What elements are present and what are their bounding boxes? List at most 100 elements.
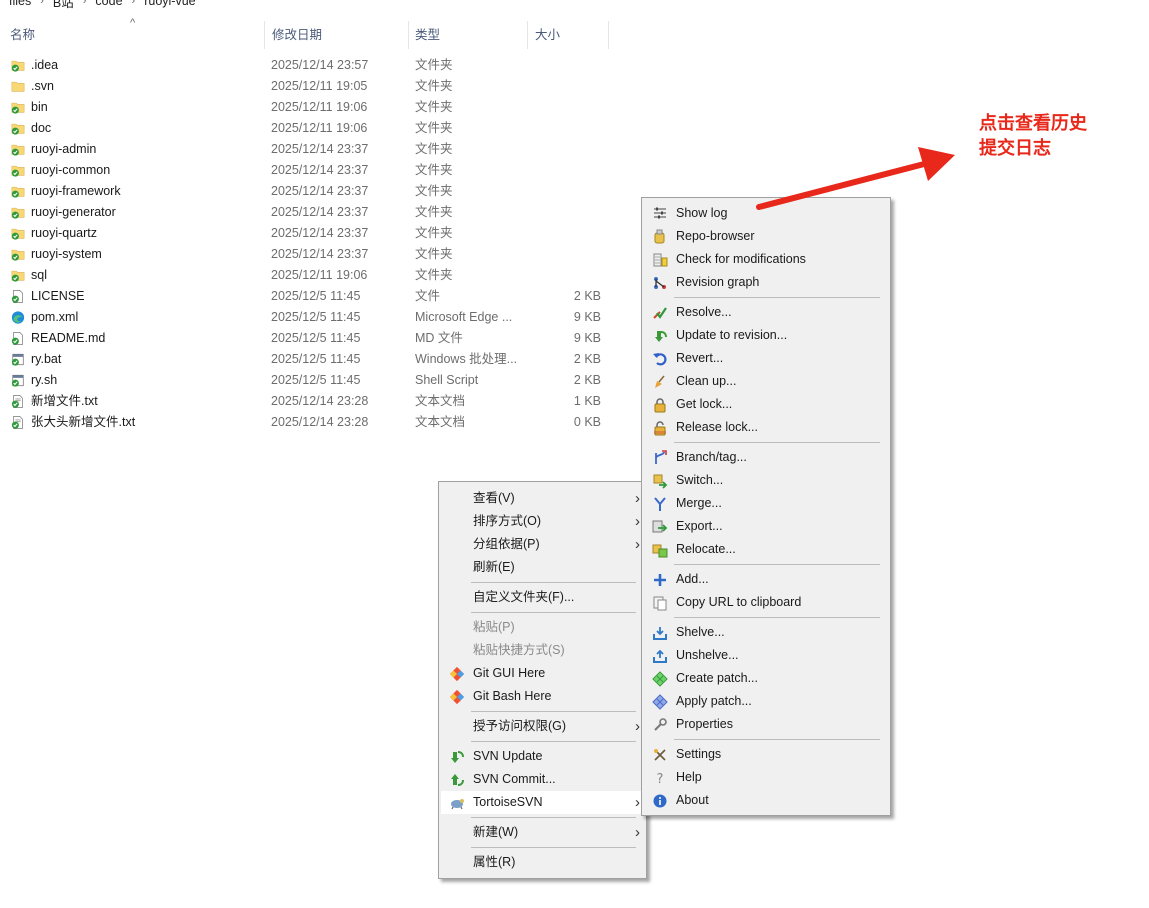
- file-name: pom.xml: [31, 310, 79, 324]
- file-row[interactable]: ruoyi-quartz 2025/12/14 23:37 文件夹: [0, 223, 640, 244]
- menu-item-relocate[interactable]: Relocate...: [644, 538, 888, 561]
- menu-item-tortoisesvn[interactable]: TortoiseSVN ›: [441, 791, 644, 814]
- menu-item-release-lock[interactable]: Release lock...: [644, 416, 888, 439]
- column-divider[interactable]: [608, 21, 609, 49]
- file-row[interactable]: ruoyi-framework 2025/12/14 23:37 文件夹: [0, 181, 640, 202]
- file-row[interactable]: ruoyi-admin 2025/12/14 23:37 文件夹: [0, 139, 640, 160]
- menu-item-export[interactable]: Export...: [644, 515, 888, 538]
- menu-item-e[interactable]: 刷新(E): [441, 556, 644, 579]
- menu-item-w[interactable]: 新建(W) ›: [441, 821, 644, 844]
- menu-item-label: 授予访问权限(G): [473, 719, 567, 733]
- menu-item-update-to-revision[interactable]: Update to revision...: [644, 324, 888, 347]
- file-type: 文件夹: [415, 184, 453, 198]
- svn-folder-icon: [11, 121, 25, 136]
- menu-item-get-lock[interactable]: Get lock...: [644, 393, 888, 416]
- file-row[interactable]: ry.sh 2025/12/5 11:45 Shell Script 2 KB: [0, 370, 640, 391]
- menu-item-p[interactable]: 分组依据(P) ›: [441, 533, 644, 556]
- svn-script-icon: [11, 373, 25, 388]
- menu-item-svn-commit[interactable]: SVN Commit...: [441, 768, 644, 791]
- file-date: 2025/12/14 23:37: [271, 184, 369, 198]
- file-row[interactable]: doc 2025/12/11 19:06 文件夹: [0, 118, 640, 139]
- file-row[interactable]: LICENSE 2025/12/5 11:45 文件 2 KB: [0, 286, 640, 307]
- menu-item-g[interactable]: 授予访问权限(G) ›: [441, 715, 644, 738]
- menu-item-settings[interactable]: Settings: [644, 743, 888, 766]
- menu-separator: [674, 442, 880, 443]
- menu-item-branch-tag[interactable]: Branch/tag...: [644, 446, 888, 469]
- menu-item-label: Merge...: [676, 496, 722, 510]
- file-name: ruoyi-framework: [31, 184, 121, 198]
- menu-item-revision-graph[interactable]: Revision graph: [644, 271, 888, 294]
- svn-update-icon: [449, 749, 465, 765]
- file-size: 9 KB: [573, 331, 601, 345]
- cleanup-icon: [652, 374, 668, 390]
- menu-item-revert[interactable]: Revert...: [644, 347, 888, 370]
- file-row[interactable]: sql 2025/12/11 19:06 文件夹: [0, 265, 640, 286]
- file-row[interactable]: .svn 2025/12/11 19:05 文件夹: [0, 76, 640, 97]
- column-header-type[interactable]: 类型: [405, 15, 527, 55]
- menu-separator: [674, 617, 880, 618]
- menu-item-unshelve[interactable]: Unshelve...: [644, 644, 888, 667]
- file-date: 2025/12/5 11:45: [271, 289, 361, 303]
- file-row[interactable]: pom.xml 2025/12/5 11:45 Microsoft Edge ...…: [0, 307, 640, 328]
- file-date: 2025/12/5 11:45: [271, 352, 361, 366]
- file-name: sql: [31, 268, 47, 282]
- menu-separator: [471, 612, 636, 613]
- submenu-arrow-icon: ›: [635, 490, 640, 507]
- menu-item-apply-patch[interactable]: Apply patch...: [644, 690, 888, 713]
- menu-item-about[interactable]: About: [644, 789, 888, 812]
- breadcrumb-item-bilibili[interactable]: B站: [44, 0, 83, 11]
- menu-item-create-patch[interactable]: Create patch...: [644, 667, 888, 690]
- menu-item-label: Export...: [676, 519, 723, 533]
- menu-item-properties[interactable]: Properties: [644, 713, 888, 736]
- menu-item-f[interactable]: 自定义文件夹(F)...: [441, 586, 644, 609]
- menu-item-label: 粘贴(P): [473, 620, 515, 634]
- menu-item-label: 属性(R): [473, 855, 516, 869]
- menu-item-help[interactable]: ? Help: [644, 766, 888, 789]
- file-row[interactable]: ruoyi-system 2025/12/14 23:37 文件夹: [0, 244, 640, 265]
- switch-icon: [652, 473, 668, 489]
- menu-item-add[interactable]: Add...: [644, 568, 888, 591]
- file-name: LICENSE: [31, 289, 85, 303]
- breadcrumb-item-ruoyi-vue[interactable]: ruoyi-vue: [135, 0, 204, 8]
- menu-item-merge[interactable]: Merge...: [644, 492, 888, 515]
- menu-item-label: Help: [676, 770, 702, 784]
- column-header-size[interactable]: 大小: [525, 15, 608, 55]
- file-date: 2025/12/14 23:28: [271, 394, 369, 408]
- menu-item-label: TortoiseSVN: [473, 795, 543, 809]
- menu-separator: [471, 741, 636, 742]
- file-row[interactable]: README.md 2025/12/5 11:45 MD 文件 9 KB: [0, 328, 640, 349]
- menu-item-label: Branch/tag...: [676, 450, 747, 464]
- file-row[interactable]: .idea 2025/12/14 23:57 文件夹: [0, 55, 640, 76]
- menu-item-shelve[interactable]: Shelve...: [644, 621, 888, 644]
- menu-item-o[interactable]: 排序方式(O) ›: [441, 510, 644, 533]
- file-date: 2025/12/11 19:06: [271, 100, 368, 114]
- menu-item-switch[interactable]: Switch...: [644, 469, 888, 492]
- menu-item-svn-update[interactable]: SVN Update: [441, 745, 644, 768]
- file-row[interactable]: ruoyi-generator 2025/12/14 23:37 文件夹: [0, 202, 640, 223]
- breadcrumb-item-code[interactable]: code: [86, 0, 131, 8]
- menu-item-show-log[interactable]: Show log: [644, 202, 888, 225]
- menu-item-repo-browser[interactable]: Repo-browser: [644, 225, 888, 248]
- submenu-arrow-icon: ›: [635, 513, 640, 530]
- menu-item-resolve[interactable]: Resolve...: [644, 301, 888, 324]
- file-row[interactable]: bin 2025/12/11 19:06 文件夹: [0, 97, 640, 118]
- breadcrumb-item-files[interactable]: files: [0, 0, 40, 8]
- file-row[interactable]: ry.bat 2025/12/5 11:45 Windows 批处理... 2 KB: [0, 349, 640, 370]
- menu-item-check-for-modifications[interactable]: Check for modifications: [644, 248, 888, 271]
- menu-item-r[interactable]: 属性(R): [441, 851, 644, 874]
- revert-icon: [652, 351, 668, 367]
- column-header-date[interactable]: 修改日期: [262, 15, 408, 55]
- file-date: 2025/12/14 23:57: [271, 58, 369, 72]
- file-row[interactable]: 张大头新增文件.txt 2025/12/14 23:28 文本文档 0 KB: [0, 412, 640, 433]
- menu-item-git-gui-here[interactable]: Git GUI Here: [441, 662, 644, 685]
- branch-icon: [652, 450, 668, 466]
- menu-item-clean-up[interactable]: Clean up...: [644, 370, 888, 393]
- file-row[interactable]: ruoyi-common 2025/12/14 23:37 文件夹: [0, 160, 640, 181]
- menu-item-git-bash-here[interactable]: Git Bash Here: [441, 685, 644, 708]
- svn-text-icon: [11, 394, 25, 409]
- file-row[interactable]: 新增文件.txt 2025/12/14 23:28 文本文档 1 KB: [0, 391, 640, 412]
- menu-item-v[interactable]: 查看(V) ›: [441, 487, 644, 510]
- menu-item-copy-url-to-clipboard[interactable]: Copy URL to clipboard: [644, 591, 888, 614]
- file-type: 文件夹: [415, 268, 453, 282]
- svn-folder-icon: [11, 58, 25, 73]
